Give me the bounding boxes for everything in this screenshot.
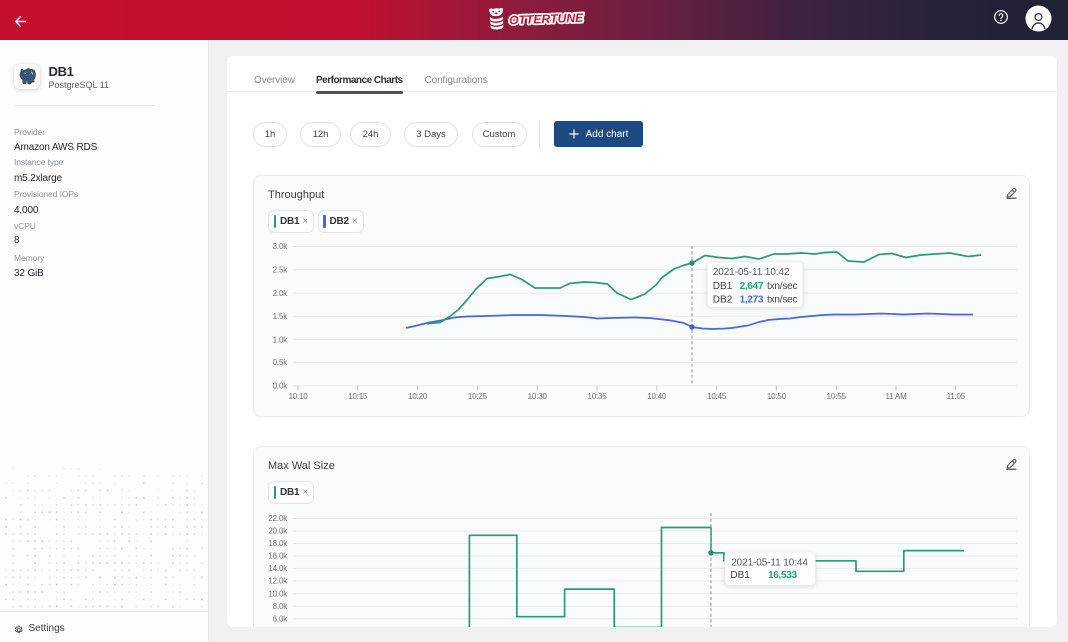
- svg-text:10:50: 10:50: [767, 392, 787, 401]
- svg-text:2,647: 2,647: [740, 281, 764, 292]
- svg-text:1,273: 1,273: [740, 294, 764, 305]
- svg-text:10:10: 10:10: [288, 392, 308, 401]
- svg-text:DB2: DB2: [713, 294, 733, 305]
- svg-text:10:20: 10:20: [408, 392, 428, 401]
- svg-text:0.0k: 0.0k: [273, 382, 289, 391]
- svg-text:14.0k: 14.0k: [268, 564, 288, 573]
- svg-text:16,533: 16,533: [768, 570, 798, 581]
- svg-text:10:55: 10:55: [827, 392, 847, 401]
- svg-text:1.0k: 1.0k: [273, 335, 289, 344]
- svg-text:3.0k: 3.0k: [273, 242, 289, 251]
- svg-text:OTTERTUNE: OTTERTUNE: [509, 11, 585, 28]
- svg-text:DB1: DB1: [730, 570, 750, 581]
- svg-text:10:35: 10:35: [587, 392, 607, 401]
- svg-text:22.0k: 22.0k: [268, 514, 288, 523]
- svg-text:2.0k: 2.0k: [273, 289, 289, 298]
- svg-text:11:05: 11:05: [947, 392, 966, 401]
- svg-text:8.0k: 8.0k: [273, 602, 289, 611]
- svg-text:1.5k: 1.5k: [273, 312, 289, 321]
- svg-text:0.5k: 0.5k: [273, 358, 289, 367]
- svg-text:2021-05-11 10:44: 2021-05-11 10:44: [731, 557, 808, 568]
- svg-text:txn/sec: txn/sec: [767, 294, 797, 305]
- svg-text:10:40: 10:40: [647, 392, 667, 401]
- svg-text:12.0k: 12.0k: [268, 577, 288, 586]
- svg-text:10:15: 10:15: [348, 392, 368, 401]
- svg-text:18.0k: 18.0k: [268, 539, 288, 548]
- svg-text:2.5k: 2.5k: [273, 265, 289, 274]
- svg-text:txn/sec: txn/sec: [767, 281, 797, 292]
- svg-text:10:25: 10:25: [468, 392, 488, 401]
- svg-text:16.0k: 16.0k: [268, 552, 288, 561]
- svg-text:10:30: 10:30: [528, 392, 548, 401]
- svg-text:DB1: DB1: [713, 281, 733, 292]
- svg-text:6.0k: 6.0k: [273, 615, 289, 624]
- svg-text:10:45: 10:45: [707, 392, 727, 401]
- svg-text:2021-05-11 10:42: 2021-05-11 10:42: [713, 267, 790, 278]
- svg-text:10.0k: 10.0k: [268, 590, 288, 599]
- svg-text:11 AM: 11 AM: [885, 392, 907, 401]
- svg-text:20.0k: 20.0k: [268, 527, 288, 536]
